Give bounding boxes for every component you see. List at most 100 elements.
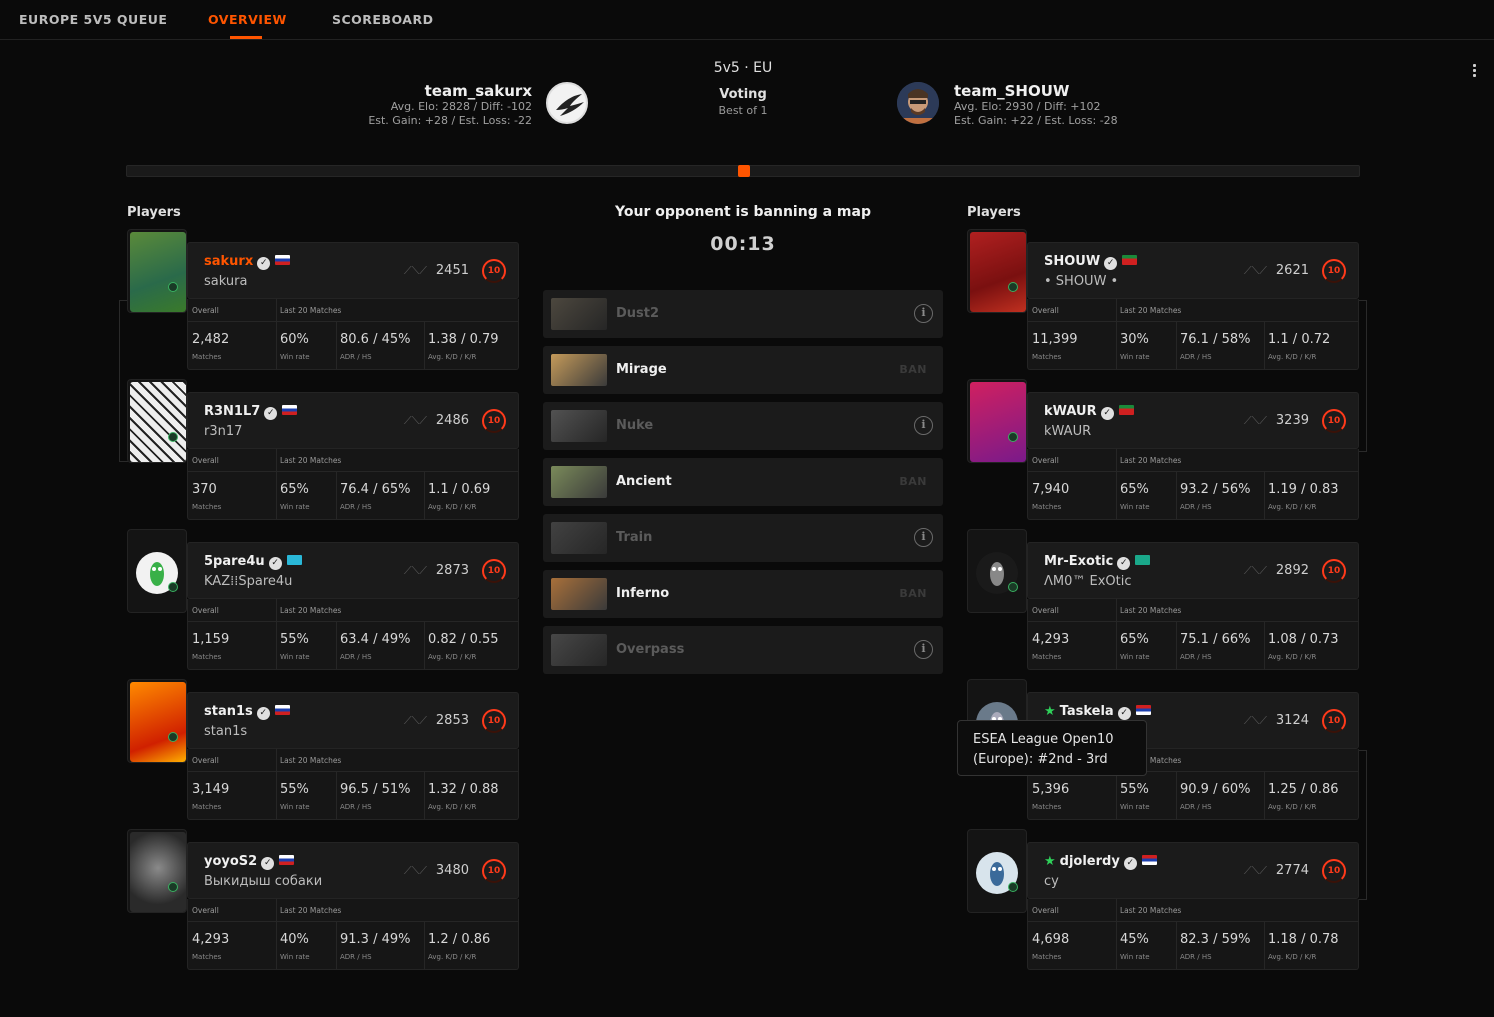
active-tab-indicator [230, 36, 262, 39]
player-nickname[interactable]: SHOUW [1044, 254, 1100, 269]
skill-level-icon: 10 [482, 259, 506, 283]
player-card-header[interactable]: SHOUW ✓ • SHOUW • ⟋⟍⟋ 2621 10 [1027, 242, 1359, 299]
player-avatar[interactable] [967, 829, 1027, 913]
team-right-avatar[interactable] [897, 82, 939, 124]
player-card-header[interactable]: R3N1L7 ✓ r3n17 ⟋⟍⟋ 2486 10 [187, 392, 519, 449]
team-right-info: team_SHOUW Avg. Elo: 2930 / Diff: +102 E… [954, 82, 1174, 128]
star-icon[interactable]: ★ [1044, 704, 1056, 719]
adr-label: ADR / HS [340, 803, 372, 811]
map-name: Overpass [616, 642, 685, 657]
player-elo: 3239 [1275, 413, 1309, 428]
player-card-header[interactable]: sakurx ✓ sakura ⟋⟍⟋ 2451 10 [187, 242, 519, 299]
player-subname: kWAUR [1044, 424, 1092, 439]
divider [1176, 922, 1177, 969]
player-card-header[interactable]: 5pare4u ✓ KAZ⁞⁞Spare4u ⟋⟍⟋ 2873 10 [187, 542, 519, 599]
info-icon[interactable]: i [914, 416, 933, 435]
map-row-mirage[interactable]: Mirage BAN [543, 346, 943, 394]
player-avatar[interactable] [127, 229, 187, 313]
team-left-avatar[interactable] [546, 82, 588, 124]
trend-icon: ⟋⟍⟋ [403, 264, 427, 277]
player-avatar-image [130, 232, 186, 312]
player-nickname[interactable]: Mr-Exotic [1044, 554, 1113, 569]
player-nickname[interactable]: Taskela [1060, 704, 1114, 719]
ban-button[interactable]: BAN [899, 587, 927, 600]
last20-label: Last 20 Matches [280, 756, 342, 765]
more-options-icon[interactable] [1470, 64, 1478, 80]
ban-button[interactable]: BAN [899, 475, 927, 488]
team-left-gain: Est. Gain: +28 / Est. Loss: -22 [368, 114, 532, 127]
shield-icon [1008, 282, 1018, 292]
kd-label: Avg. K/D / K/R [1268, 803, 1317, 811]
player-elo: 2451 [435, 263, 469, 278]
adr-label: ADR / HS [1180, 953, 1212, 961]
player-avatar[interactable] [127, 529, 187, 613]
player-card-header[interactable]: stan1s ✓ stan1s ⟋⟍⟋ 2853 10 [187, 692, 519, 749]
ban-button[interactable]: BAN [899, 363, 927, 376]
shield-icon [1008, 582, 1018, 592]
info-icon[interactable]: i [914, 640, 933, 659]
map-row-train[interactable]: Train i [543, 514, 943, 562]
player-nickname[interactable]: kWAUR [1044, 404, 1097, 419]
map-row-overpass[interactable]: Overpass i [543, 626, 943, 674]
country-flag-icon [274, 705, 290, 715]
stat-kd: 1.32 / 0.88 [428, 782, 499, 797]
map-row-dust2[interactable]: Dust2 i [543, 290, 943, 338]
player-avatar[interactable] [127, 679, 187, 763]
trend-icon: ⟋⟍⟋ [403, 414, 427, 427]
team-left-info: team_sakurx Avg. Elo: 2828 / Diff: -102 … [330, 82, 532, 128]
map-thumbnail [551, 298, 607, 330]
kd-label: Avg. K/D / K/R [1268, 503, 1317, 511]
divider [424, 922, 425, 969]
winrate-label: Win rate [1120, 353, 1150, 361]
player-elo: 2774 [1275, 863, 1309, 878]
team-right-name[interactable]: team_SHOUW [954, 82, 1174, 100]
divider [276, 599, 277, 669]
player-card-header[interactable]: kWAUR ✓ kWAUR ⟋⟍⟋ 3239 10 [1027, 392, 1359, 449]
tab-scoreboard[interactable]: SCOREBOARD [332, 12, 433, 27]
top-nav: EUROPE 5V5 QUEUE OVERVIEW SCOREBOARD [0, 0, 1494, 40]
matches-label: Matches [192, 503, 222, 511]
team-right-elo: Avg. Elo: 2930 / Diff: +102 [954, 100, 1101, 113]
divider [1176, 322, 1177, 369]
player-avatar[interactable] [967, 379, 1027, 463]
player-avatar[interactable] [967, 529, 1027, 613]
map-name: Nuke [616, 418, 654, 433]
divider [336, 472, 337, 519]
player-nickname[interactable]: yoyoS2 [204, 854, 257, 869]
star-icon[interactable]: ★ [1044, 854, 1056, 869]
map-row-nuke[interactable]: Nuke i [543, 402, 943, 450]
player-avatar[interactable] [967, 229, 1027, 313]
stat-matches: 5,396 [1032, 782, 1070, 797]
player-card-header[interactable]: Mr-Exotic ✓ ΛM0™ ExOtic ⟋⟍⟋ 2892 10 [1027, 542, 1359, 599]
player-card-header[interactable]: ★ djolerdy ✓ cy ⟋⟍⟋ 2774 10 [1027, 842, 1359, 899]
map-row-inferno[interactable]: Inferno BAN [543, 570, 943, 618]
tab-overview[interactable]: OVERVIEW [208, 12, 287, 27]
divider [276, 899, 277, 969]
info-icon[interactable]: i [914, 304, 933, 323]
matches-label: Matches [1032, 503, 1062, 511]
player-subname: Выкидыш собаки [204, 874, 323, 889]
player-name-row: kWAUR ✓ [1044, 404, 1134, 420]
player-avatar[interactable] [127, 379, 187, 463]
player-nickname[interactable]: stan1s [204, 704, 253, 719]
player-nickname[interactable]: djolerdy [1060, 854, 1120, 869]
tab-queue[interactable]: EUROPE 5V5 QUEUE [19, 12, 167, 27]
player-nickname[interactable]: sakurx [204, 254, 253, 269]
player-name-row: stan1s ✓ [204, 704, 290, 720]
team-left-elo: Avg. Elo: 2828 / Diff: -102 [390, 100, 532, 113]
info-icon[interactable]: i [914, 528, 933, 547]
stat-winrate: 65% [1120, 632, 1149, 647]
divider [276, 299, 277, 369]
player-avatar[interactable] [127, 829, 187, 913]
party-bracket [1358, 750, 1367, 900]
player-stats: Overall Last 20 Matches 1,159 55% 63.4 / 49%… [187, 599, 519, 670]
shield-icon [1008, 432, 1018, 442]
map-row-ancient[interactable]: Ancient BAN [543, 458, 943, 506]
adr-label: ADR / HS [1180, 803, 1212, 811]
player-card-header[interactable]: yoyoS2 ✓ Выкидыш собаки ⟋⟍⟋ 3480 10 [187, 842, 519, 899]
team-left-name[interactable]: team_sakurx [330, 82, 532, 100]
player-elo: 2853 [435, 713, 469, 728]
player-nickname[interactable]: R3N1L7 [204, 404, 260, 419]
tooltip-line1: ESEA League Open10 [973, 732, 1114, 747]
player-nickname[interactable]: 5pare4u [204, 554, 265, 569]
